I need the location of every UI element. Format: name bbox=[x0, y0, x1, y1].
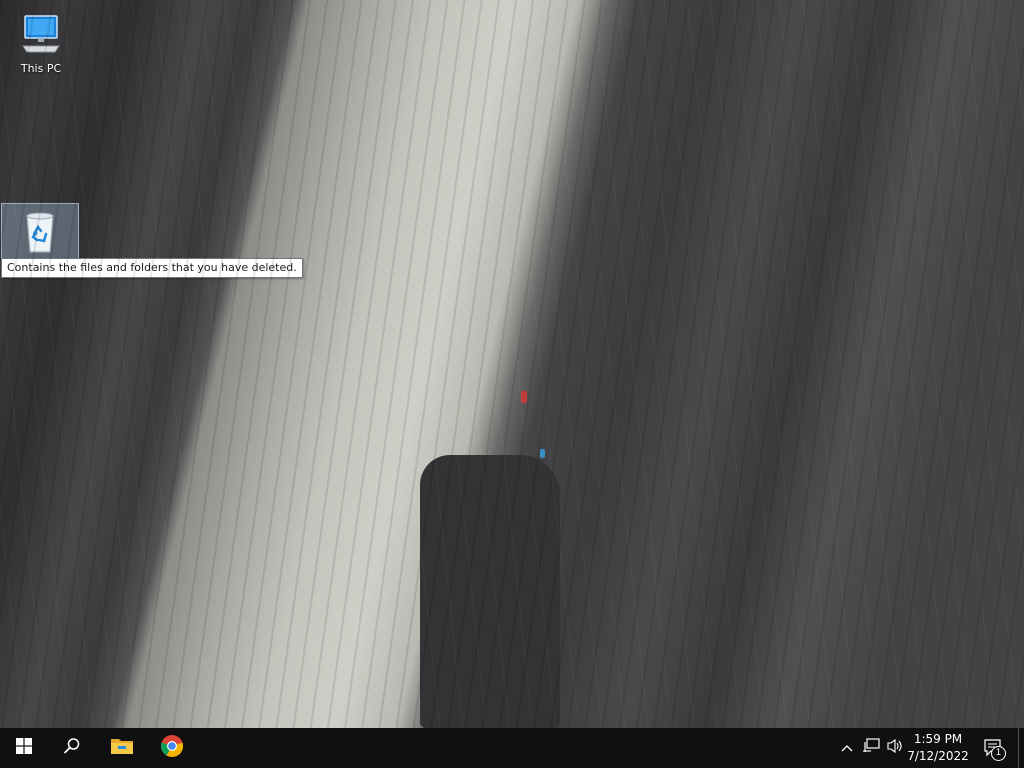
network-icon bbox=[862, 738, 880, 758]
desktop-wallpaper: This PC Contains the files and folders t… bbox=[0, 0, 1024, 728]
taskbar: 1:59 PM 7/12/2022 1 bbox=[0, 728, 1024, 768]
start-button[interactable] bbox=[0, 728, 48, 768]
wallpaper-rock-pillar bbox=[420, 455, 560, 728]
show-desktop-button[interactable] bbox=[1018, 728, 1024, 768]
this-pc-desktop-icon[interactable]: This PC bbox=[3, 8, 79, 75]
search-icon bbox=[63, 737, 81, 759]
taskbar-clock[interactable]: 1:59 PM 7/12/2022 bbox=[902, 731, 974, 765]
windows-logo-icon bbox=[16, 738, 32, 758]
recycle-bin-icon bbox=[16, 208, 64, 256]
chevron-up-icon bbox=[841, 741, 853, 756]
show-hidden-icons-button[interactable] bbox=[838, 738, 856, 758]
recycle-bin-desktop-icon[interactable] bbox=[1, 203, 79, 259]
clock-time: 1:59 PM bbox=[913, 732, 963, 746]
clock-date: 7/12/2022 bbox=[907, 749, 969, 763]
notification-icon: 1 bbox=[982, 737, 1006, 761]
wallpaper-climber-red bbox=[521, 391, 527, 403]
wallpaper-climber-blue bbox=[540, 449, 545, 458]
chrome-taskbar-button[interactable] bbox=[148, 728, 196, 768]
chrome-icon bbox=[160, 734, 184, 762]
notification-count-badge: 1 bbox=[991, 746, 1006, 761]
this-pc-label: This PC bbox=[20, 62, 62, 75]
file-explorer-taskbar-button[interactable] bbox=[98, 728, 146, 768]
search-button[interactable] bbox=[48, 728, 96, 768]
recycle-bin-tooltip: Contains the files and folders that you … bbox=[1, 258, 303, 278]
folder-icon bbox=[110, 736, 134, 760]
computer-icon bbox=[17, 12, 65, 60]
action-center-button[interactable]: 1 bbox=[980, 736, 1006, 761]
network-tray-button[interactable] bbox=[860, 738, 882, 758]
